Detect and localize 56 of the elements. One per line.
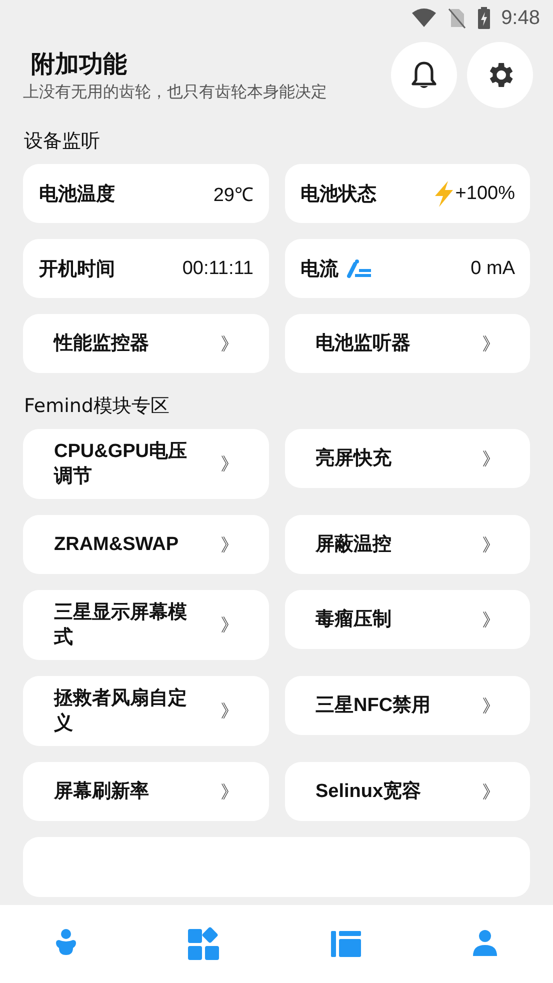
module-label: 三星NFC禁用 bbox=[316, 694, 432, 718]
module-label: Selinux宽容 bbox=[316, 780, 422, 804]
module-label: 毒瘤压制 bbox=[316, 608, 392, 632]
chevron-icon: 》 bbox=[482, 780, 500, 804]
module-card[interactable]: Selinux宽容 》 bbox=[284, 762, 530, 821]
module-card[interactable]: 电池监听器 》 bbox=[284, 314, 530, 373]
module-card[interactable]: 性能监控器 》 bbox=[23, 314, 268, 373]
chevron-icon: 》 bbox=[482, 608, 500, 632]
module-label: 屏幕刷新率 bbox=[54, 780, 150, 804]
module-card[interactable]: CPU&GPU电压调节 》 bbox=[23, 429, 268, 499]
chevron-icon: 》 bbox=[220, 332, 238, 356]
chevron-icon: 》 bbox=[482, 694, 500, 718]
chevron-icon: 》 bbox=[482, 532, 500, 556]
chevron-icon: 》 bbox=[220, 780, 238, 804]
module-card[interactable]: 三星NFC禁用 》 bbox=[284, 676, 530, 735]
info-label: 电池温度 bbox=[39, 182, 115, 206]
module-card[interactable]: 拯救者风扇自定义 》 bbox=[23, 676, 268, 746]
info-value: +100% bbox=[455, 182, 515, 204]
info-value: 00:11:11 bbox=[182, 258, 254, 280]
info-label: 开机时间 bbox=[39, 256, 115, 282]
chevron-icon: 》 bbox=[482, 446, 500, 470]
module-card[interactable]: 屏蔽温控 》 bbox=[284, 515, 530, 574]
info-label: 电池状态 bbox=[300, 182, 376, 206]
module-label: 屏蔽温控 bbox=[316, 532, 392, 557]
module-label: CPU&GPU电压调节 bbox=[54, 440, 188, 489]
page-title: 附加功能 bbox=[31, 48, 128, 80]
module-label: ZRAM&SWAP bbox=[54, 533, 180, 557]
chevron-icon: 》 bbox=[482, 332, 500, 356]
module-label: 性能监控器 bbox=[54, 332, 150, 356]
info-value: 29℃ bbox=[213, 184, 254, 206]
dashboard-icon[interactable] bbox=[330, 930, 362, 958]
module-label: 亮屏快充 bbox=[316, 446, 392, 471]
module-card[interactable]: 亮屏快充 》 bbox=[284, 429, 530, 488]
section-heading: 设备监听 bbox=[24, 129, 101, 154]
chevron-icon: 》 bbox=[220, 532, 238, 556]
chevron-icon: 》 bbox=[220, 613, 238, 637]
chevron-icon: 》 bbox=[220, 452, 238, 476]
module-label: 拯救者风扇自定义 bbox=[54, 686, 188, 736]
wifi-icon bbox=[411, 8, 438, 28]
battery-charging-icon bbox=[477, 7, 492, 29]
module-label: 三星显示屏幕模式 bbox=[54, 601, 188, 650]
module-card[interactable]: 毒瘤压制 》 bbox=[284, 590, 530, 649]
module-card[interactable]: 屏幕刷新率 》 bbox=[23, 762, 268, 821]
section-heading: Femind模块专区 bbox=[24, 394, 170, 419]
person-icon[interactable] bbox=[470, 929, 499, 959]
page-subtitle: 上没有无用的齿轮，也只有齿轮本身能决定 bbox=[23, 82, 328, 102]
no-sim-icon bbox=[447, 7, 468, 29]
info-label: 电流 bbox=[300, 256, 338, 282]
apps-icon[interactable] bbox=[187, 927, 222, 961]
module-label: 电池监听器 bbox=[316, 332, 412, 356]
module-card[interactable]: 三星显示屏幕模式 》 bbox=[23, 590, 268, 660]
status-time: 9:48 bbox=[501, 6, 540, 30]
module-card[interactable]: ZRAM&SWAP 》 bbox=[23, 515, 268, 574]
chevron-icon: 》 bbox=[220, 699, 238, 723]
info-value: 0 mA bbox=[470, 258, 515, 280]
bell-icon bbox=[410, 60, 438, 90]
